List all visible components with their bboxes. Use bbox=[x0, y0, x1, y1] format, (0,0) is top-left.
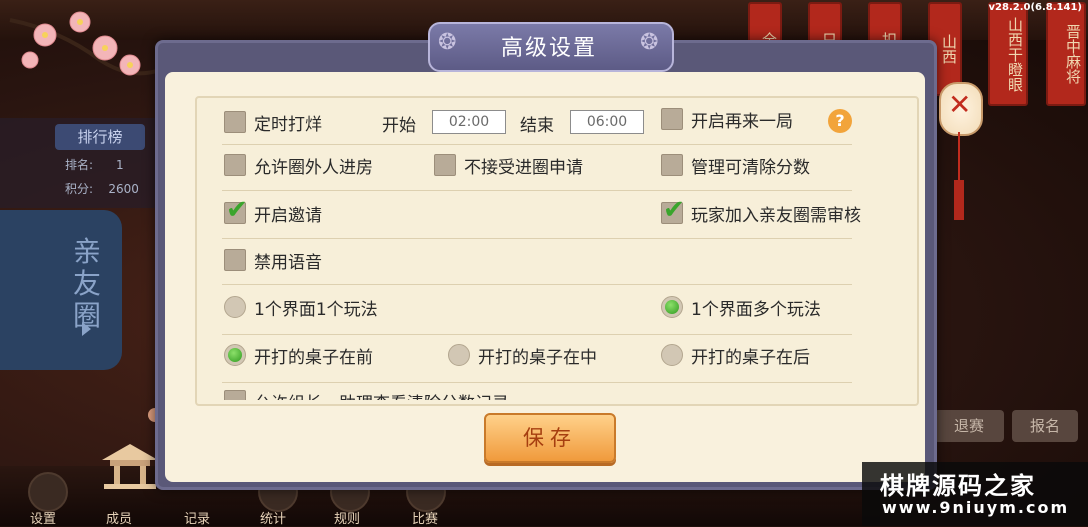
rank-score: 积分: 2600 bbox=[65, 182, 139, 196]
table-front-label: 开打的桌子在前 bbox=[254, 347, 373, 368]
save-button[interactable]: 保存 bbox=[484, 413, 616, 463]
start-label: 开始 bbox=[382, 116, 416, 136]
allow-outsiders-checkbox[interactable] bbox=[224, 154, 246, 176]
play-again-option[interactable]: 开启再来一局 bbox=[661, 106, 793, 132]
allow-view-clear-log-option[interactable]: 允许组长、助理查看清除分数记录 bbox=[224, 388, 509, 400]
row-divider bbox=[222, 190, 852, 191]
nav-members[interactable]: 成员 bbox=[106, 508, 132, 527]
tag-shanxi-gandengyan[interactable]: 山西干瞪眼 bbox=[988, 2, 1028, 106]
signup-button[interactable]: 报名 bbox=[1012, 410, 1078, 442]
row-divider bbox=[222, 382, 852, 383]
club-arrow-icon bbox=[82, 322, 91, 336]
row-divider bbox=[222, 334, 852, 335]
end-label: 结束 bbox=[520, 116, 554, 136]
table-back-label: 开打的桌子在后 bbox=[691, 347, 810, 368]
timed-close-label: 定时打烊 bbox=[254, 114, 322, 135]
play-again-checkbox[interactable] bbox=[661, 108, 683, 130]
join-needs-review-option[interactable]: ✔ 玩家加入亲友圈需审核 bbox=[661, 197, 861, 226]
row-divider bbox=[222, 238, 852, 239]
table-middle-label: 开打的桌子在中 bbox=[478, 347, 597, 368]
one-game-per-screen-option[interactable]: 1个界面1个玩法 bbox=[224, 294, 378, 320]
rank-position: 排名: 1 bbox=[65, 158, 124, 172]
join-needs-review-label: 玩家加入亲友圈需审核 bbox=[691, 205, 861, 226]
nav-records[interactable]: 记录 bbox=[184, 508, 210, 527]
lantern-tassel bbox=[954, 180, 964, 220]
help-icon[interactable]: ? bbox=[828, 109, 852, 133]
cloud-ornament-left-icon: ❂ bbox=[438, 30, 457, 55]
one-game-per-screen-label: 1个界面1个玩法 bbox=[254, 299, 378, 320]
row-divider bbox=[222, 144, 852, 145]
start-time-input[interactable]: 02:00 bbox=[432, 110, 506, 134]
allow-outsiders-label: 允许圈外人进房 bbox=[254, 157, 373, 178]
end-time-input[interactable]: 06:00 bbox=[570, 110, 644, 134]
play-again-label: 开启再来一局 bbox=[691, 111, 793, 132]
timed-close-checkbox[interactable] bbox=[224, 111, 246, 133]
table-middle-radio[interactable] bbox=[448, 344, 470, 366]
quit-match-button[interactable]: 退赛 bbox=[934, 410, 1004, 442]
multi-game-per-screen-option[interactable]: 1个界面多个玩法 bbox=[661, 294, 821, 320]
table-back-option[interactable]: 开打的桌子在后 bbox=[661, 342, 810, 368]
cloud-ornament-right-icon: ❂ bbox=[640, 30, 659, 55]
watermark-title: 棋牌源码之家 bbox=[880, 472, 1036, 500]
nav-match[interactable]: 比赛 bbox=[412, 508, 438, 527]
nav-stats[interactable]: 统计 bbox=[260, 508, 286, 527]
no-join-request-label: 不接受进圈申请 bbox=[464, 157, 583, 178]
nav-settings[interactable]: 设置 bbox=[30, 508, 56, 527]
enable-invite-checkbox[interactable]: ✔ bbox=[224, 197, 248, 224]
no-join-request-checkbox[interactable] bbox=[434, 154, 456, 176]
plum-blossom-decoration bbox=[9, 11, 161, 76]
disable-voice-label: 禁用语音 bbox=[254, 252, 322, 273]
pavilion-icon bbox=[102, 444, 158, 489]
settings-gear-icon[interactable] bbox=[28, 472, 68, 512]
lantern-string bbox=[958, 132, 960, 182]
timed-close-option[interactable]: 定时打烊 bbox=[224, 109, 322, 135]
clipped-row-container: 允许组长、助理查看清除分数记录 bbox=[197, 386, 913, 400]
allow-outsiders-option[interactable]: 允许圈外人进房 bbox=[224, 152, 373, 178]
enable-invite-option[interactable]: ✔ 开启邀请 bbox=[224, 197, 322, 226]
allow-view-clear-log-label: 允许组长、助理查看清除分数记录 bbox=[254, 389, 509, 401]
join-needs-review-checkbox[interactable]: ✔ bbox=[661, 197, 685, 224]
nav-rules[interactable]: 规则 bbox=[334, 508, 360, 527]
table-front-option[interactable]: 开打的桌子在前 bbox=[224, 342, 373, 368]
table-back-radio[interactable] bbox=[661, 344, 683, 366]
disable-voice-option[interactable]: 禁用语音 bbox=[224, 247, 322, 273]
enable-invite-label: 开启邀请 bbox=[254, 205, 322, 226]
tag-jinzhong-majiang[interactable]: 晋中麻将 bbox=[1046, 2, 1086, 106]
one-game-per-screen-radio[interactable] bbox=[224, 296, 246, 318]
close-x-icon[interactable]: ✕ bbox=[948, 90, 971, 120]
checkmark-icon: ✔ bbox=[226, 195, 248, 225]
rank-title[interactable]: 排行榜 bbox=[55, 124, 145, 150]
watermark-url: www.9niuym.com bbox=[882, 498, 1070, 517]
version-text: v28.2.0(6.8.141) bbox=[988, 2, 1082, 13]
admin-clear-score-option[interactable]: 管理可清除分数 bbox=[661, 152, 810, 178]
row-divider bbox=[222, 284, 852, 285]
multi-game-per-screen-radio[interactable] bbox=[661, 296, 683, 318]
no-join-request-option[interactable]: 不接受进圈申请 bbox=[434, 152, 583, 178]
multi-game-per-screen-label: 1个界面多个玩法 bbox=[691, 299, 821, 320]
admin-clear-score-checkbox[interactable] bbox=[661, 154, 683, 176]
club-tab-label: 亲友圈 bbox=[72, 235, 101, 332]
table-middle-option[interactable]: 开打的桌子在中 bbox=[448, 342, 597, 368]
checkmark-icon: ✔ bbox=[663, 195, 685, 225]
allow-view-clear-log-checkbox[interactable] bbox=[224, 390, 246, 400]
table-front-radio[interactable] bbox=[224, 344, 246, 366]
dialog-title: 高级设置 bbox=[500, 36, 597, 61]
disable-voice-checkbox[interactable] bbox=[224, 249, 246, 271]
admin-clear-score-label: 管理可清除分数 bbox=[691, 157, 810, 178]
